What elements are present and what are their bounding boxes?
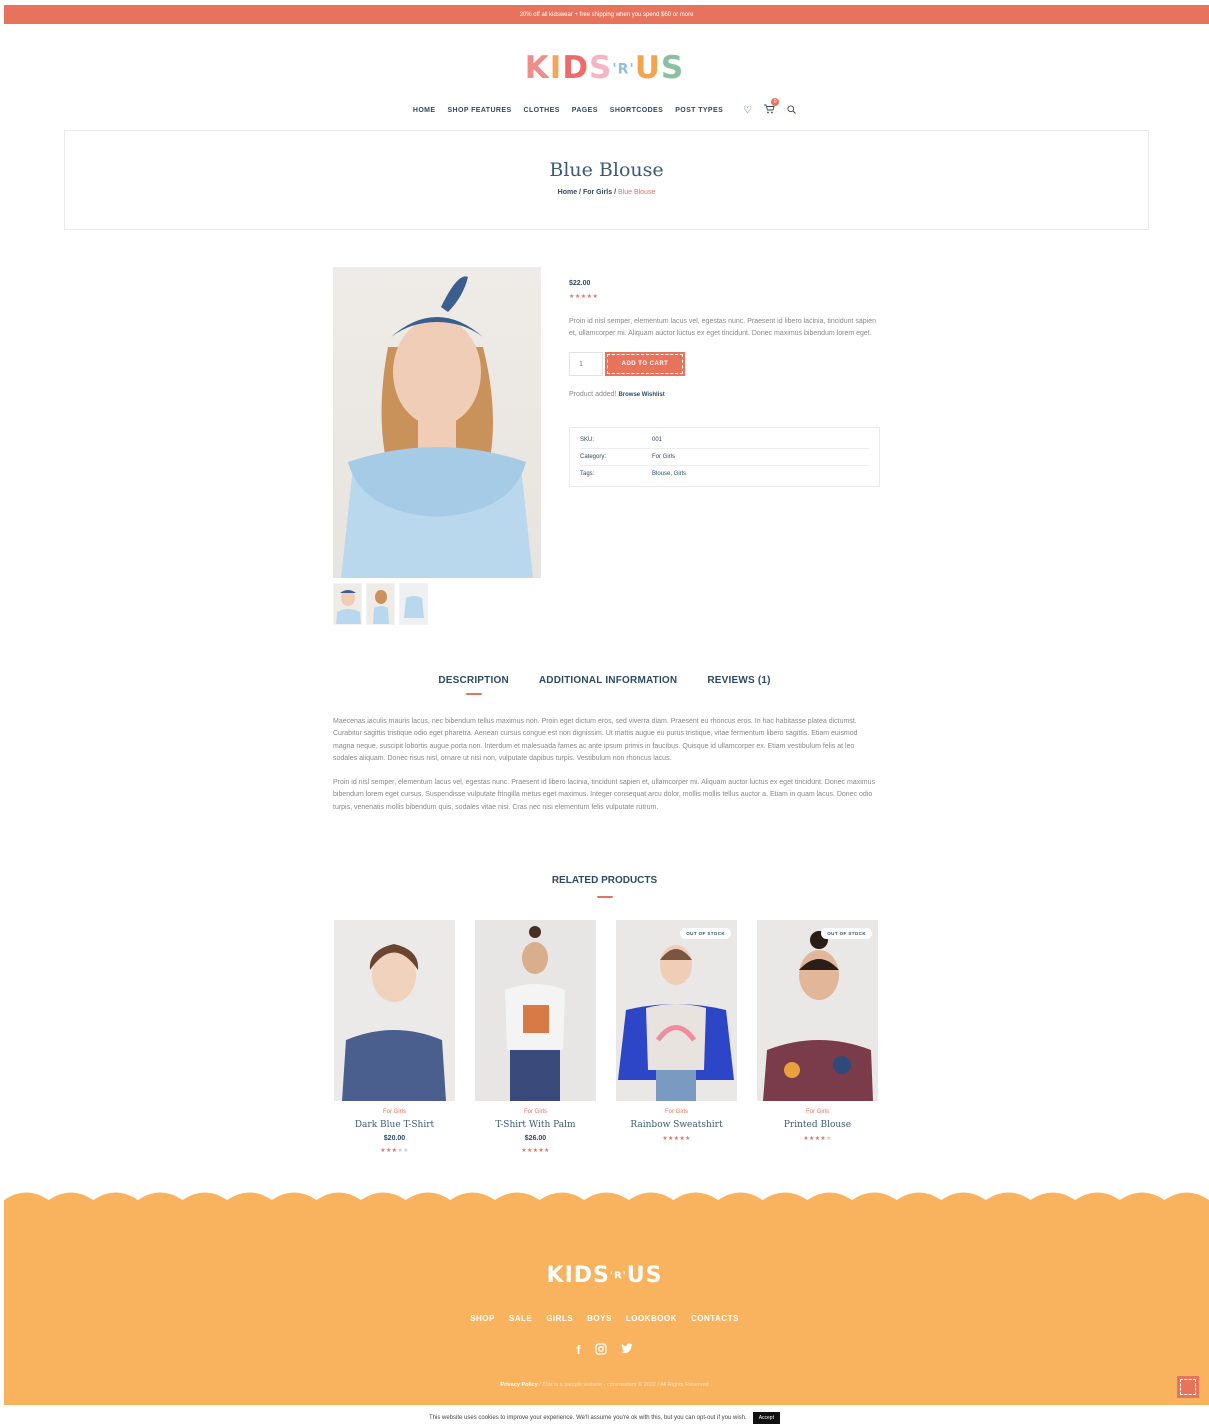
product-card[interactable]: OUT OF STOCK For Girls Printed Blouse ★★… — [757, 920, 878, 1154]
instagram-icon[interactable] — [594, 1343, 607, 1358]
tab-description[interactable]: DESCRIPTION — [438, 675, 509, 695]
product-card[interactable]: For Girls T-Shirt With Palm $26.00 ★★★★★ — [475, 920, 596, 1154]
product-card-category[interactable]: For Girls — [616, 1109, 737, 1115]
facebook-icon[interactable]: f — [577, 1343, 581, 1358]
breadcrumb-current: Blue Blouse — [617, 189, 656, 196]
site-logo[interactable]: KIDS'R'US — [0, 50, 1209, 86]
product-card-image[interactable] — [334, 920, 455, 1101]
product-card-rating: ★★★★★ — [662, 1136, 691, 1142]
breadcrumb: Home / For Girls / Blue Blouse — [65, 189, 1148, 196]
footer-nav-shop[interactable]: SHOP — [470, 1314, 495, 1323]
heart-icon[interactable]: ♡ — [743, 105, 752, 116]
product-price: $22.00 — [569, 280, 591, 287]
wishlist-added-text: Product added! — [569, 391, 617, 398]
product-card-image[interactable] — [475, 920, 596, 1101]
product-thumbnails — [333, 583, 428, 625]
cookie-accept-button[interactable]: Accept — [752, 1412, 780, 1424]
product-card-price: $26.00 — [524, 1135, 547, 1142]
product-summary: $22.00 ★★★★★ Proin id nisl semper, eleme… — [569, 280, 880, 487]
product-card-category[interactable]: For Girls — [757, 1109, 878, 1115]
promo-bar: 20% off all kidswear + free shipping whe… — [4, 5, 1209, 24]
footer-nav-sale[interactable]: SALE — [509, 1314, 532, 1323]
add-to-cart-button[interactable]: ADD TO CART — [605, 352, 685, 376]
product-card-rating: ★★★★★ — [521, 1148, 550, 1154]
related-products-title: RELATED PRODUCTS — [0, 875, 1209, 898]
out-of-stock-badge: OUT OF STOCK — [680, 928, 731, 939]
description-paragraph-1: Maecenas iaculis mauris lacus, nec biben… — [333, 718, 858, 762]
footer-nav-boys[interactable]: BOYS — [587, 1314, 612, 1323]
footer-nav-contacts[interactable]: CONTACTS — [691, 1314, 739, 1323]
product-card[interactable]: For Girls Dark Blue T-Shirt $20.00 ★★★★★ — [334, 920, 455, 1154]
page-header: Blue Blouse Home / For Girls / Blue Blou… — [64, 130, 1149, 230]
thumbnail-1[interactable] — [333, 583, 362, 625]
product-meta: SKU: 001 Category: For Girls Tags: Blouse, … — [569, 427, 880, 487]
copyright-text: / This is a sample website - cmsmasters … — [537, 1382, 709, 1388]
footer-copyright: Privacy Policy / This is a sample websit… — [0, 1382, 1209, 1388]
product-card-price: $20.00 — [383, 1135, 406, 1142]
product-short-description: Proin id nisl semper, elementum lacus ve… — [569, 318, 876, 337]
tab-description-panel: Maecenas iaculis mauris lacus, nec biben… — [333, 716, 879, 814]
nav-shortcodes[interactable]: SHORTCODES — [610, 107, 663, 114]
product-card-name[interactable]: T-Shirt With Palm — [475, 1120, 596, 1130]
breadcrumb-home[interactable]: Home — [558, 189, 577, 196]
thumbnail-2[interactable] — [366, 583, 395, 625]
wishlist-message: Product added! Browse Wishlist — [569, 391, 880, 398]
product-card-rating: ★★★★★ — [380, 1148, 409, 1154]
site-footer — [4, 1200, 1209, 1405]
back-to-top-button[interactable] — [1177, 1376, 1199, 1398]
twitter-icon[interactable] — [620, 1343, 633, 1358]
nav-post-types[interactable]: POST TYPES — [675, 107, 723, 114]
privacy-policy-link[interactable]: Privacy Policy — [500, 1382, 537, 1388]
product-card[interactable]: OUT OF STOCK For Girls Rainbow Sweatshir… — [616, 920, 737, 1154]
nav-clothes[interactable]: CLOTHES — [524, 107, 560, 114]
product-rating: ★★★★★ — [569, 294, 599, 300]
footer-nav: SHOP SALE GIRLS BOYS LOOKBOOK CONTACTS — [0, 1314, 1209, 1323]
cookie-notice: This website uses cookies to improve you… — [0, 1412, 1209, 1424]
tags-links[interactable]: Blouse, Girls — [652, 471, 686, 477]
search-icon[interactable] — [787, 104, 796, 117]
page-title: Blue Blouse — [549, 159, 664, 181]
promo-text: 20% off all kidswear + free shipping whe… — [519, 11, 694, 18]
tags-label: Tags: — [580, 471, 595, 477]
social-links: f — [0, 1343, 1209, 1358]
thumbnail-3[interactable] — [399, 583, 428, 625]
product-card-image[interactable]: OUT OF STOCK — [757, 920, 878, 1101]
quantity-input[interactable]: 1 — [569, 352, 603, 376]
product-tabs: DESCRIPTION ADDITIONAL INFORMATION REVIE… — [0, 675, 1209, 695]
nav-pages[interactable]: PAGES — [572, 107, 598, 114]
product-card-category[interactable]: For Girls — [475, 1109, 596, 1115]
description-paragraph-2: Proin id nisl semper, elementum lacus ve… — [333, 779, 875, 811]
browse-wishlist-link[interactable]: Browse Wishlist — [618, 392, 664, 398]
out-of-stock-badge: OUT OF STOCK — [821, 928, 872, 939]
category-label: Category: — [580, 454, 607, 460]
tab-reviews[interactable]: REVIEWS (1) — [707, 675, 770, 686]
breadcrumb-category[interactable]: For Girls — [583, 189, 612, 196]
product-card-image[interactable]: OUT OF STOCK — [616, 920, 737, 1101]
nav-home[interactable]: HOME — [413, 107, 436, 114]
sku-value: 001 — [652, 437, 663, 443]
product-card-name[interactable]: Dark Blue T-Shirt — [334, 1120, 455, 1130]
footer-nav-lookbook[interactable]: LOOKBOOK — [626, 1314, 677, 1323]
related-products-list: For Girls Dark Blue T-Shirt $20.00 ★★★★★… — [334, 920, 878, 1154]
product-card-name[interactable]: Printed Blouse — [757, 1120, 878, 1130]
cart-count-badge: 0 — [771, 98, 780, 106]
product-card-category[interactable]: For Girls — [334, 1109, 455, 1115]
main-nav: HOME SHOP FEATURES CLOTHES PAGES SHORTCO… — [0, 98, 1209, 117]
tab-additional-information[interactable]: ADDITIONAL INFORMATION — [539, 675, 677, 686]
nav-shop-features[interactable]: SHOP FEATURES — [447, 107, 511, 114]
footer-logo[interactable]: KIDS'R'US — [0, 1263, 1209, 1288]
product-card-name[interactable]: Rainbow Sweatshirt — [616, 1120, 737, 1130]
product-main-image[interactable] — [333, 267, 541, 578]
category-link[interactable]: For Girls — [652, 454, 675, 460]
product-card-rating: ★★★★★ — [803, 1136, 832, 1142]
cookie-text: This website uses cookies to improve you… — [429, 1415, 747, 1421]
footer-nav-girls[interactable]: GIRLS — [546, 1314, 573, 1323]
sku-label: SKU: — [580, 437, 595, 443]
cart-icon[interactable]: 0 — [764, 98, 780, 117]
